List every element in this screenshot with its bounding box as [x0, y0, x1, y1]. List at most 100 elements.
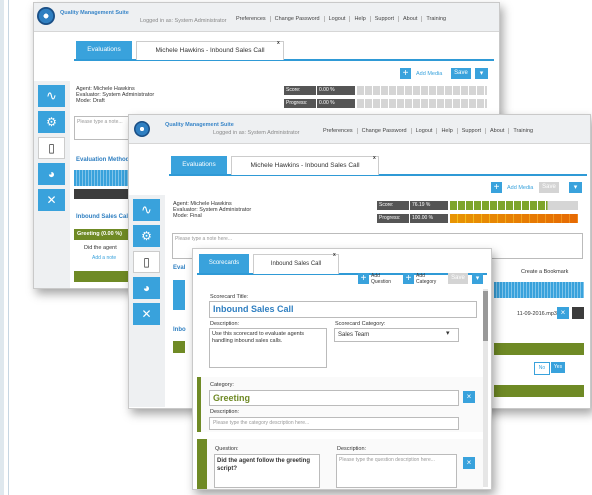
clipboard-icon[interactable]: ▯ — [133, 251, 160, 273]
question-label: Question: — [215, 446, 239, 452]
mid-next-category-right[interactable] — [494, 385, 584, 397]
score-bar — [450, 201, 578, 210]
mode-label: Mode: Final — [173, 213, 202, 219]
progress-bar — [450, 214, 578, 223]
scorecard-save-chevron-icon[interactable]: ▾ — [472, 273, 483, 284]
left-edge — [0, 0, 4, 495]
pulse-icon[interactable]: ∿ — [133, 199, 160, 221]
add-category-plus-icon[interactable]: + — [403, 273, 414, 284]
scorecard-save-button[interactable]: Save — [448, 273, 468, 284]
media-close-icon[interactable]: × — [557, 307, 569, 319]
category-description-label: Description: — [210, 409, 240, 415]
nav-preferences[interactable]: Preferences — [232, 16, 271, 22]
nav-logout[interactable]: Logout — [324, 16, 351, 22]
nav-change-password[interactable]: Change Password — [270, 16, 325, 22]
question-partial: Did the agent — [84, 245, 117, 251]
nav-help[interactable]: Help — [437, 128, 458, 134]
nav-help[interactable]: Help — [350, 16, 371, 22]
tab-inbound-sales-call[interactable]: Inbound Sales Call — [253, 254, 339, 274]
add-media-plus-icon[interactable]: + — [491, 182, 502, 193]
description-label: Description: — [210, 321, 240, 327]
question-description-textarea[interactable]: Please type the question description her… — [336, 454, 457, 488]
tab-michele-hawkins[interactable]: Michele Hawkins - Inbound Sales Call — [136, 41, 284, 60]
back-header: Quality Management Suite Logged in as: S… — [34, 3, 499, 32]
media-delete-icon[interactable] — [572, 307, 584, 319]
nav-change-password[interactable]: Change Password — [357, 128, 412, 134]
top-nav: Preferences Change Password Logout Help Supp… — [319, 128, 537, 134]
save-menu-chevron-icon[interactable]: ▾ — [569, 182, 582, 193]
close-tab-icon[interactable]: x — [277, 40, 280, 46]
category-description-input[interactable]: Please type the category description her… — [209, 417, 459, 430]
category-select-chevron-icon[interactable]: ▾ — [446, 329, 450, 337]
clipboard-icon[interactable]: ▯ — [38, 137, 65, 159]
remove-question-button[interactable]: × — [463, 457, 475, 469]
tab-evaluations[interactable]: Evaluations — [171, 156, 227, 174]
score-bar — [357, 86, 487, 95]
nav-training[interactable]: Training — [422, 16, 450, 22]
category-label: Category: — [210, 382, 234, 388]
logged-in-label: Logged in as: System Administrator — [140, 18, 227, 24]
question-textarea[interactable]: Did the agent follow the greeting script… — [214, 454, 320, 488]
mode-label: Mode: Draft — [76, 98, 105, 104]
score-label: Score: — [377, 201, 409, 210]
evaluation-methods-heading: Evaluation Methods — [76, 157, 133, 163]
save-button-disabled[interactable]: Save — [539, 182, 559, 193]
progress-value: 100.00 % — [410, 214, 448, 223]
nav-training[interactable]: Training — [509, 128, 537, 134]
app-title: Quality Management Suite — [165, 122, 234, 128]
tab-scorecards[interactable]: Scorecards — [199, 254, 249, 273]
close-tab-icon[interactable]: x — [373, 155, 376, 161]
nav-support[interactable]: Support — [370, 16, 400, 22]
scorecard-category-select[interactable]: Sales Team — [334, 328, 459, 342]
description-textarea[interactable]: Use this scorecard to evaluate agents ha… — [209, 328, 327, 368]
question-marker — [197, 439, 207, 489]
inbound-heading-partial: Inbo — [173, 327, 186, 333]
mid-greeting-bar-right[interactable] — [494, 343, 584, 355]
tools-icon[interactable]: ✕ — [133, 303, 160, 325]
tab-michele-hawkins[interactable]: Michele Hawkins - Inbound Sales Call — [231, 156, 379, 175]
top-nav: Preferences Change Password Logout Help Supp… — [232, 16, 450, 22]
scorecard-category-label: Scorecard Category: — [335, 321, 386, 327]
mid-media-strip-left — [173, 280, 185, 310]
chart-icon[interactable]: ◕ — [38, 163, 65, 185]
progress-bar — [357, 99, 487, 108]
nav-about[interactable]: About — [486, 128, 510, 134]
mid-greeting-partial[interactable] — [173, 341, 185, 353]
close-scorecard-tab-icon[interactable]: x — [333, 252, 336, 258]
scorecard-title-label: Scorecard Title: — [210, 294, 249, 300]
tools-icon[interactable]: ✕ — [38, 189, 65, 211]
save-button[interactable]: Save — [451, 68, 471, 79]
app-title: Quality Management Suite — [60, 10, 129, 16]
nav-about[interactable]: About — [399, 16, 423, 22]
tab-evaluations[interactable]: Evaluations — [76, 41, 132, 59]
add-note-link[interactable]: Add a note — [92, 255, 116, 261]
save-menu-chevron-icon[interactable]: ▾ — [475, 68, 488, 79]
answer-no-button[interactable]: No — [534, 362, 550, 375]
add-category-label[interactable]: Add Category — [416, 273, 438, 285]
score-label: Score: — [284, 86, 316, 95]
gear-icon[interactable]: ⚙ — [38, 111, 65, 133]
add-question-label[interactable]: Add Question — [371, 273, 393, 285]
chart-icon[interactable]: ◕ — [133, 277, 160, 299]
gear-icon[interactable]: ⚙ — [133, 225, 160, 247]
scorecard-tabbar — [197, 273, 487, 275]
nav-preferences[interactable]: Preferences — [319, 128, 358, 134]
remove-category-button[interactable]: × — [463, 391, 475, 403]
nav-logout[interactable]: Logout — [411, 128, 438, 134]
nav-support[interactable]: Support — [457, 128, 487, 134]
create-bookmark-link[interactable]: Create a Bookmark — [521, 269, 568, 275]
mid-media-strip-right — [494, 282, 584, 298]
add-question-plus-icon[interactable]: + — [358, 273, 369, 284]
add-media-label[interactable]: Add Media — [507, 185, 533, 191]
add-media-plus-icon[interactable]: + — [400, 68, 411, 79]
answer-yes-button[interactable]: Yes — [551, 362, 565, 373]
app-logo — [134, 121, 150, 137]
score-value: 76.19 % — [410, 201, 448, 210]
media-date: 11-09-2016.mp3 — [517, 311, 557, 317]
progress-label: Progress: — [377, 214, 409, 223]
category-name-input[interactable]: Greeting — [209, 390, 459, 406]
pulse-icon[interactable]: ∿ — [38, 85, 65, 107]
scrollbar-thumb[interactable] — [483, 291, 488, 341]
scorecard-title-input[interactable]: Inbound Sales Call — [209, 301, 477, 318]
add-media-label[interactable]: Add Media — [416, 71, 442, 77]
